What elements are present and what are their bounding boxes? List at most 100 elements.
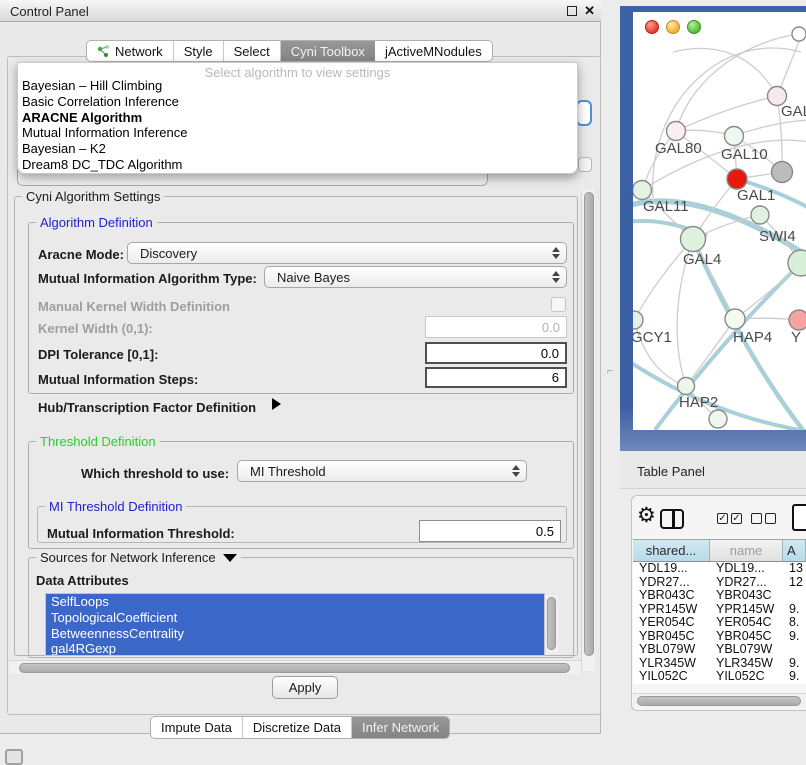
control-panel-titlebar[interactable]: Control Panel ✕ xyxy=(0,0,601,22)
table-cell: YBR043C xyxy=(633,589,710,603)
network-node-GAL80[interactable] xyxy=(667,122,686,141)
network-node-top-partial[interactable] xyxy=(792,27,806,41)
checked-box-icon[interactable]: ✓ xyxy=(731,513,742,524)
table-cell: 8. xyxy=(783,616,806,630)
tab-infer-network[interactable]: Infer Network xyxy=(352,717,449,738)
network-node-red-node[interactable] xyxy=(727,169,747,189)
dpi-tolerance-input[interactable] xyxy=(425,342,567,364)
cyni-algorithm-settings-legend: Cyni Algorithm Settings xyxy=(22,189,164,204)
float-panel-icon[interactable] xyxy=(567,6,577,16)
table-cell: 9. xyxy=(783,603,806,617)
table-row[interactable]: YBL079WYBL079W xyxy=(633,643,806,657)
mi-steps-input[interactable] xyxy=(425,367,567,388)
focused-button-partial[interactable] xyxy=(576,100,592,126)
network-node-GAL10[interactable] xyxy=(725,127,744,146)
attributes-scrollbar-thumb[interactable] xyxy=(547,597,556,650)
table-cell: YBR045C xyxy=(710,630,783,644)
attribute-list-item[interactable]: BetweennessCentrality xyxy=(46,626,544,642)
table-row[interactable]: YBR043CYBR043C xyxy=(633,589,806,603)
tab-impute-data[interactable]: Impute Data xyxy=(151,717,243,738)
attribute-list-item[interactable]: TopologicalCoefficient xyxy=(46,610,544,626)
algorithm-option[interactable]: Basic Correlation Inference xyxy=(18,94,577,110)
column-header-shared-name[interactable]: shared... xyxy=(633,540,710,561)
control-panel-title: Control Panel xyxy=(10,4,89,19)
network-node-GCY1[interactable] xyxy=(633,311,643,329)
node-label-Y: Y xyxy=(791,329,801,346)
attribute-list-item[interactable]: gal4RGexp xyxy=(46,641,544,656)
algorithm-option[interactable]: Mutual Information Inference xyxy=(18,125,577,141)
node-label-GAL80: GAL80 xyxy=(655,140,702,157)
which-threshold-combo[interactable]: MI Threshold xyxy=(237,460,527,482)
network-graph[interactable]: GALGAL80GAL10GAL1GAL11SWI4GAL4GCY1HAP4YH… xyxy=(633,12,806,430)
gear-icon[interactable]: ⚙ xyxy=(637,503,656,528)
tab-jactivemnodules[interactable]: jActiveMNodules xyxy=(375,41,492,61)
columns-icon[interactable] xyxy=(660,509,684,529)
algorithm-option[interactable]: Bayesian – Hill Climbing xyxy=(18,78,577,94)
table-row[interactable]: YBR045CYBR045C9. xyxy=(633,630,806,644)
dock-panel-icon[interactable] xyxy=(5,749,23,765)
column-header-partial[interactable]: A xyxy=(783,540,806,561)
network-canvas[interactable]: GALGAL80GAL10GAL1GAL11SWI4GAL4GCY1HAP4YH… xyxy=(633,12,806,430)
network-node-bottom-partial[interactable] xyxy=(709,410,727,428)
mi-threshold-input[interactable] xyxy=(419,520,561,542)
data-attributes-list[interactable]: SelfLoopsTopologicalCoefficientBetweenne… xyxy=(45,593,545,656)
tab-cyni-toolbox[interactable]: Cyni Toolbox xyxy=(281,41,375,61)
unchecked-box-icon[interactable] xyxy=(765,513,776,524)
close-icon[interactable]: ✕ xyxy=(584,3,595,19)
network-view-window[interactable]: GALGAL80GAL10GAL1GAL11SWI4GAL4GCY1HAP4YH… xyxy=(620,6,806,451)
network-node-HAP4[interactable] xyxy=(725,309,745,329)
aracne-mode-label: Aracne Mode: xyxy=(38,247,124,262)
new-table-icon[interactable] xyxy=(792,504,806,531)
tab-discretize-data[interactable]: Discretize Data xyxy=(243,717,352,738)
checked-box-icon[interactable]: ✓ xyxy=(717,513,728,524)
apply-button[interactable]: Apply xyxy=(272,676,338,699)
table-row[interactable]: YPR145WYPR145W9. xyxy=(633,603,806,617)
settings-vscrollbar-thumb[interactable] xyxy=(584,192,594,656)
tab-select[interactable]: Select xyxy=(224,41,281,61)
aracne-mode-combo[interactable]: Discovery xyxy=(127,242,567,264)
kernel-width-input[interactable] xyxy=(425,316,567,338)
table-hscrollbar-thumb[interactable] xyxy=(637,696,801,706)
table-row[interactable]: YER054CYER054C8. xyxy=(633,616,806,630)
manual-kernel-checkbox[interactable] xyxy=(551,297,566,312)
network-node-gray-node[interactable] xyxy=(772,162,793,183)
table-hscrollbar-track[interactable] xyxy=(633,693,806,707)
table-row[interactable]: YDR27...YDR27...12 xyxy=(633,576,806,590)
stepper-icon xyxy=(510,465,526,477)
attributes-scrollbar-track[interactable] xyxy=(546,595,558,654)
table-row[interactable]: YDL19...YDL19...13 xyxy=(633,562,806,576)
table-cell: 9. xyxy=(783,670,806,684)
tab-network[interactable]: Network xyxy=(87,41,174,61)
node-label-GAL10: GAL10 xyxy=(721,146,768,163)
panel-resize-handle[interactable]: ⌐ xyxy=(607,366,613,377)
node-label-GAL4: GAL4 xyxy=(683,251,721,268)
unchecked-box-icon[interactable] xyxy=(751,513,762,524)
network-edge xyxy=(655,263,801,430)
network-node-HAP2[interactable] xyxy=(678,378,695,395)
table-cell: YBR043C xyxy=(710,589,783,603)
network-node-GAL1[interactable] xyxy=(751,206,769,224)
network-node-salmon-node[interactable] xyxy=(789,310,806,330)
tab-style[interactable]: Style xyxy=(174,41,224,61)
table-cell: 12 xyxy=(783,576,806,590)
table-row[interactable]: YIL052CYIL052C9. xyxy=(633,670,806,684)
algorithm-option[interactable]: ARACNE Algorithm xyxy=(18,110,577,126)
expand-arrow-icon[interactable] xyxy=(272,398,281,410)
network-node-GAL4[interactable] xyxy=(681,227,706,252)
mi-algorithm-type-combo[interactable]: Naive Bayes xyxy=(264,266,567,288)
network-edge xyxy=(676,96,777,131)
settings-vscrollbar-track[interactable] xyxy=(581,190,595,671)
collapse-arrow-icon[interactable] xyxy=(223,554,237,562)
settings-hscrollbar-thumb[interactable] xyxy=(19,663,570,673)
control-panel-tabs: Network Style Select Cyni Toolbox jActiv… xyxy=(86,40,493,62)
network-node-GAL11[interactable] xyxy=(633,181,652,200)
column-header-name[interactable]: name xyxy=(710,540,783,561)
attribute-list-item[interactable]: SelfLoops xyxy=(46,594,544,610)
which-threshold-label: Which threshold to use: xyxy=(81,466,229,481)
threshold-definition-legend: Threshold Definition xyxy=(36,434,160,449)
table-panel-titlebar[interactable]: Table Panel xyxy=(620,451,806,489)
settings-hscrollbar-track[interactable] xyxy=(9,660,581,674)
algorithm-option[interactable]: Dream8 DC_TDC Algorithm xyxy=(18,157,577,173)
algorithm-option[interactable]: Bayesian – K2 xyxy=(18,141,577,157)
table-row[interactable]: YLR345WYLR345W9. xyxy=(633,657,806,671)
